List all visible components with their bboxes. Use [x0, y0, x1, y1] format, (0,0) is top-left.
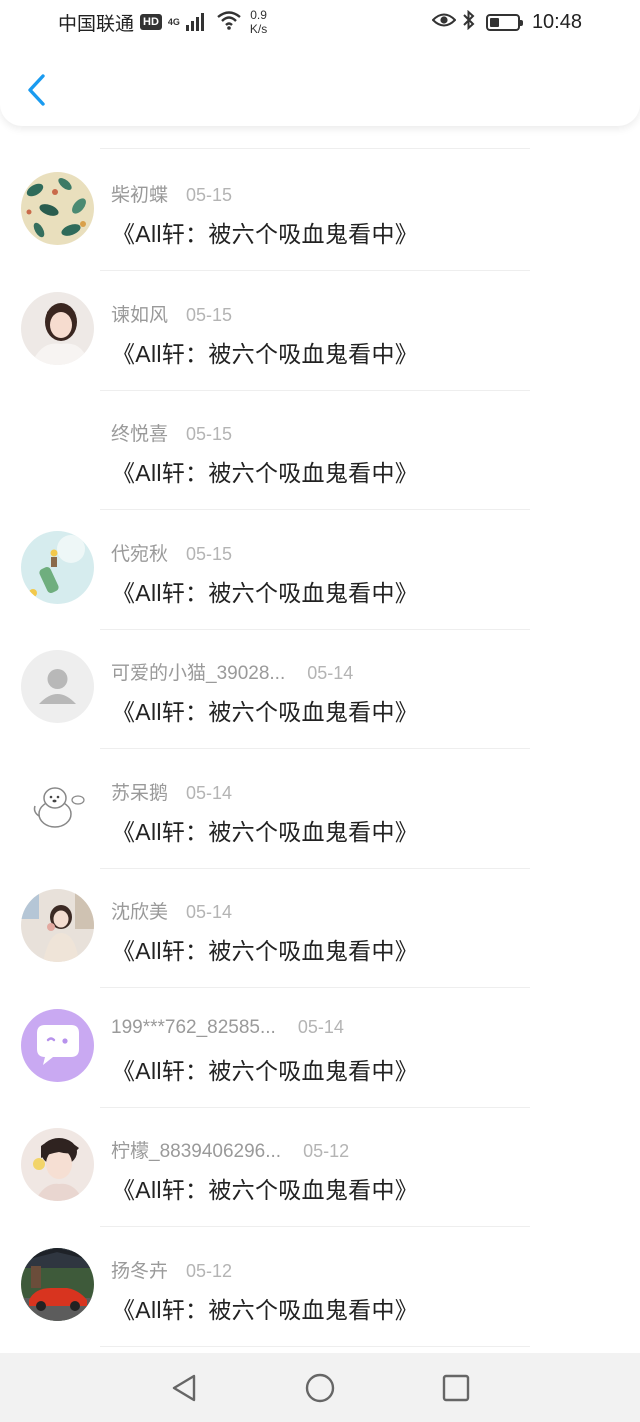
nav-home-button[interactable] — [297, 1365, 343, 1411]
message-title: 《All轩：被六个吸血鬼看中》 — [112, 1296, 419, 1323]
network-type: 4G — [167, 16, 180, 27]
wifi-icon — [216, 10, 242, 35]
message-meta: 代宛秋 05-15 — [111, 539, 232, 566]
avatar[interactable] — [21, 1008, 94, 1082]
message-date: 05-14 — [297, 1016, 344, 1037]
message-date: 05-15 — [186, 185, 233, 205]
message-meta: 199***762_82585... 05-14 — [111, 1017, 344, 1039]
message-date: 05-12 — [186, 1260, 233, 1281]
message-title: 《All轩：被六个吸血鬼看中》 — [112, 460, 419, 486]
divider — [100, 148, 530, 149]
signal-icon — [185, 13, 204, 31]
message-item[interactable]: 可爱的小猫_39028... 05-14 《All轩：被六个吸血鬼看中》 — [0, 629, 640, 749]
net-speed-unit: K/s — [249, 22, 268, 36]
message-meta: 终悦喜 05-15 — [111, 419, 232, 446]
chevron-left-icon — [28, 74, 45, 106]
sender-name: 扬冬卉 — [111, 1260, 169, 1282]
sender-name: 终悦喜 — [111, 424, 169, 445]
avatar[interactable] — [21, 650, 94, 723]
message-meta: 沈欣美 05-14 — [111, 897, 232, 924]
status-right: 10:48 — [431, 9, 582, 35]
message-date: 05-14 — [186, 782, 233, 803]
carrier-name: 中国联通 — [58, 13, 135, 35]
message-item[interactable]: 代宛秋 05-15 《All轩：被六个吸血鬼看中》 — [0, 510, 640, 630]
message-title: 《All轩：被六个吸血鬼看中》 — [112, 579, 419, 606]
avatar[interactable] — [21, 889, 94, 962]
sender-name: 代宛秋 — [111, 543, 169, 565]
sender-name: 柴初蝶 — [111, 185, 169, 206]
divider — [100, 1345, 530, 1347]
status-left: 中国联通 HD 4G 0.9 K/s — [58, 8, 267, 36]
message-date: 05-14 — [307, 663, 354, 683]
message-date: 05-15 — [186, 424, 233, 444]
back-button[interactable] — [18, 70, 54, 110]
header: 中国联通 HD 4G 0.9 K/s 10:48 — [0, 0, 640, 126]
nav-recents-button[interactable] — [433, 1365, 479, 1411]
battery-level — [489, 17, 499, 27]
message-item[interactable]: 199***762_82585... 05-14 《All轩：被六个吸血鬼看中》 — [0, 988, 640, 1108]
message-title: 《All轩：被六个吸血鬼看中》 — [112, 938, 419, 964]
sender-name: 柠檬_8839406296... — [111, 1141, 282, 1162]
message-item[interactable]: 柴初蝶 05-15 《All轩：被六个吸血鬼看中》 — [0, 151, 640, 271]
message-date: 05-15 — [186, 304, 233, 325]
hd-icon: HD — [140, 14, 162, 30]
sender-name: 199***762_82585... — [111, 1016, 276, 1038]
nav-back-button[interactable] — [161, 1365, 207, 1411]
message-meta: 柠檬_8839406296... 05-12 — [111, 1136, 349, 1163]
net-speed: 0.9 K/s — [250, 8, 267, 36]
status-bar: 中国联通 HD 4G 0.9 K/s 10:48 — [0, 0, 640, 44]
message-title: 《All轩：被六个吸血鬼看中》 — [112, 699, 419, 725]
avatar[interactable] — [21, 1128, 94, 1201]
sender-name: 沈欣美 — [111, 902, 169, 923]
avatar[interactable] — [21, 172, 94, 245]
message-meta: 谏如风 05-15 — [111, 300, 232, 327]
message-item[interactable]: 终悦喜 05-15 《All轩：被六个吸血鬼看中》 — [0, 390, 640, 510]
sender-name: 可爱的小猫_39028... — [111, 663, 286, 684]
message-meta: 扬冬卉 05-12 — [111, 1256, 232, 1283]
navigation-bar — [0, 1353, 640, 1422]
message-title: 《All轩：被六个吸血鬼看中》 — [112, 1057, 419, 1084]
back-triangle-icon — [172, 1374, 196, 1401]
avatar[interactable] — [21, 530, 94, 604]
message-item[interactable]: 谏如风 05-15 《All轩：被六个吸血鬼看中》 — [0, 271, 640, 391]
message-meta: 可爱的小猫_39028... 05-14 — [111, 658, 353, 685]
message-date: 05-14 — [186, 902, 233, 922]
message-meta: 柴初蝶 05-15 — [111, 180, 232, 207]
eye-icon — [431, 12, 457, 33]
message-item[interactable]: 扬冬卉 05-12 《All轩：被六个吸血鬼看中》 — [0, 1227, 640, 1347]
sender-name: 谏如风 — [111, 304, 169, 326]
message-item[interactable]: 苏呆鹅 05-14 《All轩：被六个吸血鬼看中》 — [0, 749, 640, 869]
message-date: 05-12 — [303, 1141, 350, 1161]
battery-icon — [485, 13, 523, 31]
message-title: 《All轩：被六个吸血鬼看中》 — [112, 818, 419, 845]
avatar[interactable] — [21, 291, 94, 365]
net-speed-value: 0.9 — [250, 8, 267, 22]
avatar[interactable] — [21, 411, 94, 484]
avatar[interactable] — [21, 769, 94, 843]
bluetooth-icon — [462, 9, 476, 35]
clock: 10:48 — [531, 10, 582, 33]
message-title: 《All轩：被六个吸血鬼看中》 — [112, 1177, 419, 1203]
message-date: 05-15 — [186, 543, 233, 564]
home-circle-icon — [305, 1373, 335, 1402]
message-title: 《All轩：被六个吸血鬼看中》 — [112, 221, 419, 247]
message-title: 《All轩：被六个吸血鬼看中》 — [112, 340, 419, 367]
avatar[interactable] — [21, 1247, 94, 1321]
recents-square-icon — [442, 1374, 470, 1401]
message-item[interactable]: 柠檬_8839406296... 05-12 《All轩：被六个吸血鬼看中》 — [0, 1107, 640, 1227]
sender-name: 苏呆鹅 — [111, 782, 169, 804]
message-meta: 苏呆鹅 05-14 — [111, 778, 232, 805]
message-item[interactable]: 沈欣美 05-14 《All轩：被六个吸血鬼看中》 — [0, 868, 640, 988]
